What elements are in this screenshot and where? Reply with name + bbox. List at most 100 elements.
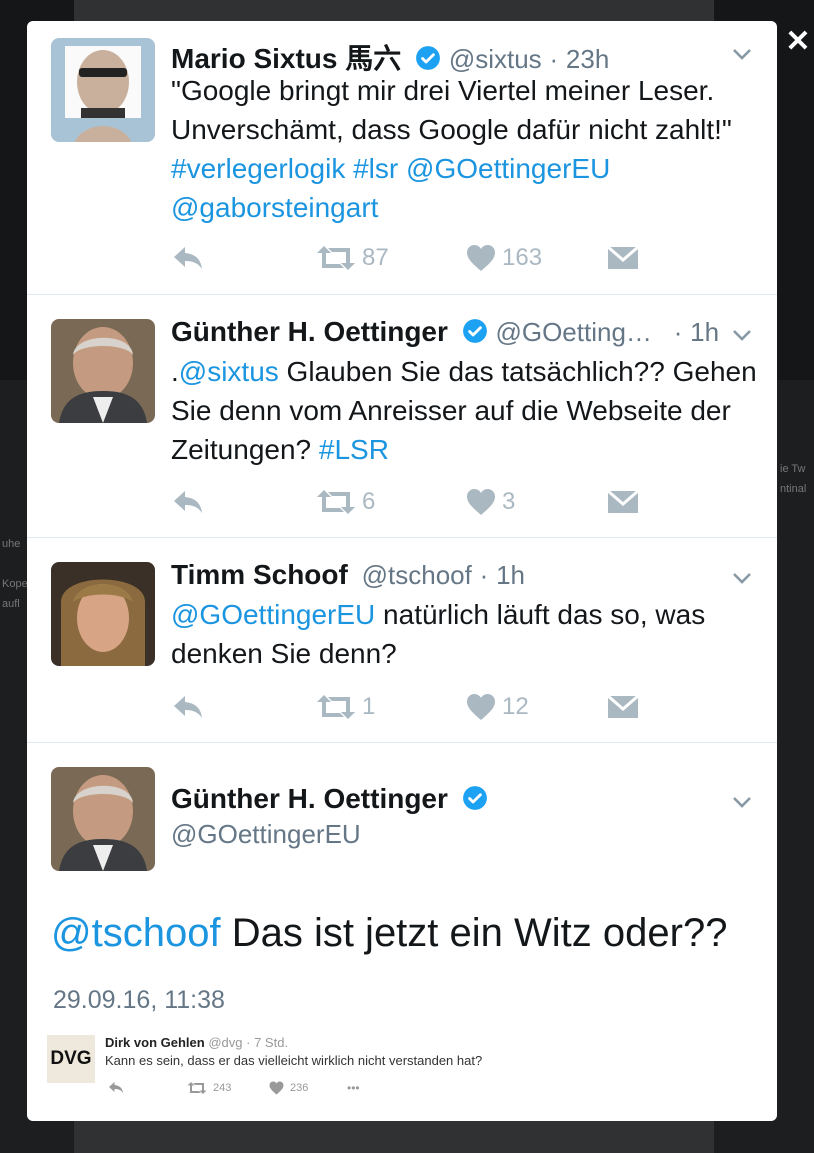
- tweet: Günther H. Oettinger @GOetting… · 1h .@s…: [27, 294, 777, 538]
- author-handle[interactable]: @tschoof: [362, 560, 472, 590]
- retweet-button[interactable]: 1: [316, 689, 375, 725]
- background-text-fragment: aufl: [2, 598, 20, 610]
- background-text-fragment: Kope: [2, 578, 28, 590]
- avatar[interactable]: [51, 319, 155, 423]
- retweet-icon: [317, 490, 355, 514]
- text-segment: .: [171, 356, 179, 387]
- separator: ·: [673, 317, 683, 347]
- text-link[interactable]: @sixtus: [179, 356, 279, 387]
- separator: ·: [549, 44, 559, 74]
- chevron-down-icon[interactable]: [731, 567, 753, 589]
- heart-icon: [467, 245, 495, 271]
- like-button[interactable]: 12: [466, 689, 529, 725]
- reply-button[interactable]: [171, 484, 205, 520]
- author-name[interactable]: Günther H. Oettinger: [171, 316, 448, 347]
- portrait-timm-schoof: [51, 562, 155, 666]
- author-handle[interactable]: @GOettingerEU: [171, 819, 361, 850]
- like-count: 3: [502, 488, 516, 515]
- tweet-actions: 87 163: [171, 240, 731, 276]
- envelope-icon: [607, 489, 639, 513]
- text-link[interactable]: @gaborsteingart: [171, 192, 378, 223]
- reply-icon: [174, 696, 202, 718]
- reply-icon: [109, 1082, 123, 1093]
- envelope-icon: [607, 245, 639, 269]
- background-text-fragment: ie Tw: [780, 463, 806, 475]
- text-link[interactable]: #LSR: [319, 434, 389, 465]
- retweet-count: 243: [213, 1082, 232, 1094]
- avatar[interactable]: [51, 562, 155, 666]
- tweet-header: Günther H. Oettinger @GOetting… · 1h: [171, 316, 719, 348]
- text-segment: [398, 153, 406, 184]
- direct-message-button[interactable]: [607, 689, 639, 725]
- author-name: Dirk von Gehlen: [105, 1035, 205, 1050]
- separator: ·: [246, 1035, 251, 1050]
- background-text-fragment: uhe: [2, 538, 21, 550]
- background-text-fragment: ntinal: [780, 483, 807, 495]
- author-name[interactable]: Mario Sixtus 馬六: [171, 43, 401, 74]
- retweet-icon: [317, 246, 355, 270]
- embedded-like: 236: [269, 1081, 308, 1095]
- verified-badge-icon: [416, 46, 440, 70]
- timestamp[interactable]: 1h: [690, 317, 719, 347]
- reply-button[interactable]: [171, 240, 205, 276]
- tweet-text: "Google bringt mir drei Viertel meiner L…: [171, 71, 761, 227]
- main-tweet-text: @tschoof Das ist jetzt ein Witz oder??: [51, 911, 727, 956]
- portrait-mario-sixtus: [51, 38, 155, 142]
- reply-icon: [174, 491, 202, 513]
- author-handle[interactable]: @sixtus: [449, 44, 542, 74]
- text-segment: [345, 153, 353, 184]
- chevron-down-icon[interactable]: [731, 324, 753, 346]
- avatar[interactable]: [51, 767, 155, 871]
- chevron-down-icon[interactable]: [731, 43, 753, 65]
- separator: ·: [479, 560, 489, 590]
- embedded-retweet: 243: [187, 1081, 231, 1095]
- chevron-down-icon[interactable]: [731, 791, 753, 813]
- like-button[interactable]: 3: [466, 484, 515, 520]
- retweet-count: 87: [362, 244, 389, 271]
- like-button[interactable]: 163: [466, 240, 542, 276]
- author-name[interactable]: Günther H. Oettinger: [171, 783, 448, 814]
- direct-message-button[interactable]: [607, 484, 639, 520]
- heart-icon: [467, 694, 495, 720]
- embedded-reply-icon: [107, 1081, 125, 1094]
- reply-button[interactable]: [171, 689, 205, 725]
- verified-badge-icon: [462, 319, 487, 343]
- retweet-count: 1: [362, 693, 376, 720]
- text-segment: "Google bringt mir drei Viertel meiner L…: [171, 75, 732, 145]
- more-icon: •••: [347, 1081, 360, 1095]
- retweet-button[interactable]: 87: [316, 240, 389, 276]
- embedded-reply-header: Dirk von Gehlen @dvg · 7 Std.: [105, 1035, 288, 1050]
- main-tweet-body: Das ist jetzt ein Witz oder??: [220, 911, 728, 955]
- author-handle: @dvg: [208, 1035, 243, 1050]
- text-link[interactable]: @GOettingerEU: [406, 153, 610, 184]
- author-name[interactable]: Timm Schoof: [171, 559, 348, 590]
- tweet-thread-modal: Mario Sixtus 馬六 @sixtus · 23h "Google br…: [27, 21, 777, 1121]
- avatar[interactable]: [51, 38, 155, 142]
- tweet-text: .@sixtus Glauben Sie das tatsächlich?? G…: [171, 352, 761, 469]
- timestamp: 7 Std.: [254, 1035, 289, 1050]
- direct-message-button[interactable]: [607, 240, 639, 276]
- heart-icon: [269, 1081, 284, 1095]
- reply-icon: [174, 247, 202, 269]
- tweet: Timm Schoof @tschoof · 1h @GOettingerEU …: [27, 537, 777, 743]
- author-handle[interactable]: @GOetting…: [495, 317, 651, 347]
- timestamp[interactable]: 1h: [496, 560, 525, 590]
- like-count: 12: [502, 693, 529, 720]
- embedded-reply: DVG Dirk von Gehlen @dvg · 7 Std. Kann e…: [47, 1031, 757, 1111]
- retweet-button[interactable]: 6: [316, 484, 375, 520]
- tweet-date[interactable]: 29.09.16, 11:38: [53, 986, 225, 1015]
- retweet-count: 6: [362, 488, 376, 515]
- text-link[interactable]: #lsr: [353, 153, 398, 184]
- timestamp[interactable]: 23h: [566, 44, 609, 74]
- tweet-header: Günther H. Oettinger: [171, 783, 488, 815]
- mention-link[interactable]: @tschoof: [51, 911, 221, 955]
- envelope-icon: [607, 694, 639, 718]
- dvg-logo: DVG: [47, 1035, 95, 1083]
- tweet: Mario Sixtus 馬六 @sixtus · 23h "Google br…: [27, 21, 777, 295]
- text-link[interactable]: #verlegerlogik: [171, 153, 345, 184]
- portrait-guenther-oettinger: [51, 767, 155, 871]
- heart-icon: [467, 489, 495, 515]
- text-link[interactable]: @GOettingerEU: [171, 599, 375, 630]
- embedded-reply-text: Kann es sein, dass er das vielleicht wir…: [105, 1053, 483, 1068]
- close-icon[interactable]: ✕: [784, 27, 812, 57]
